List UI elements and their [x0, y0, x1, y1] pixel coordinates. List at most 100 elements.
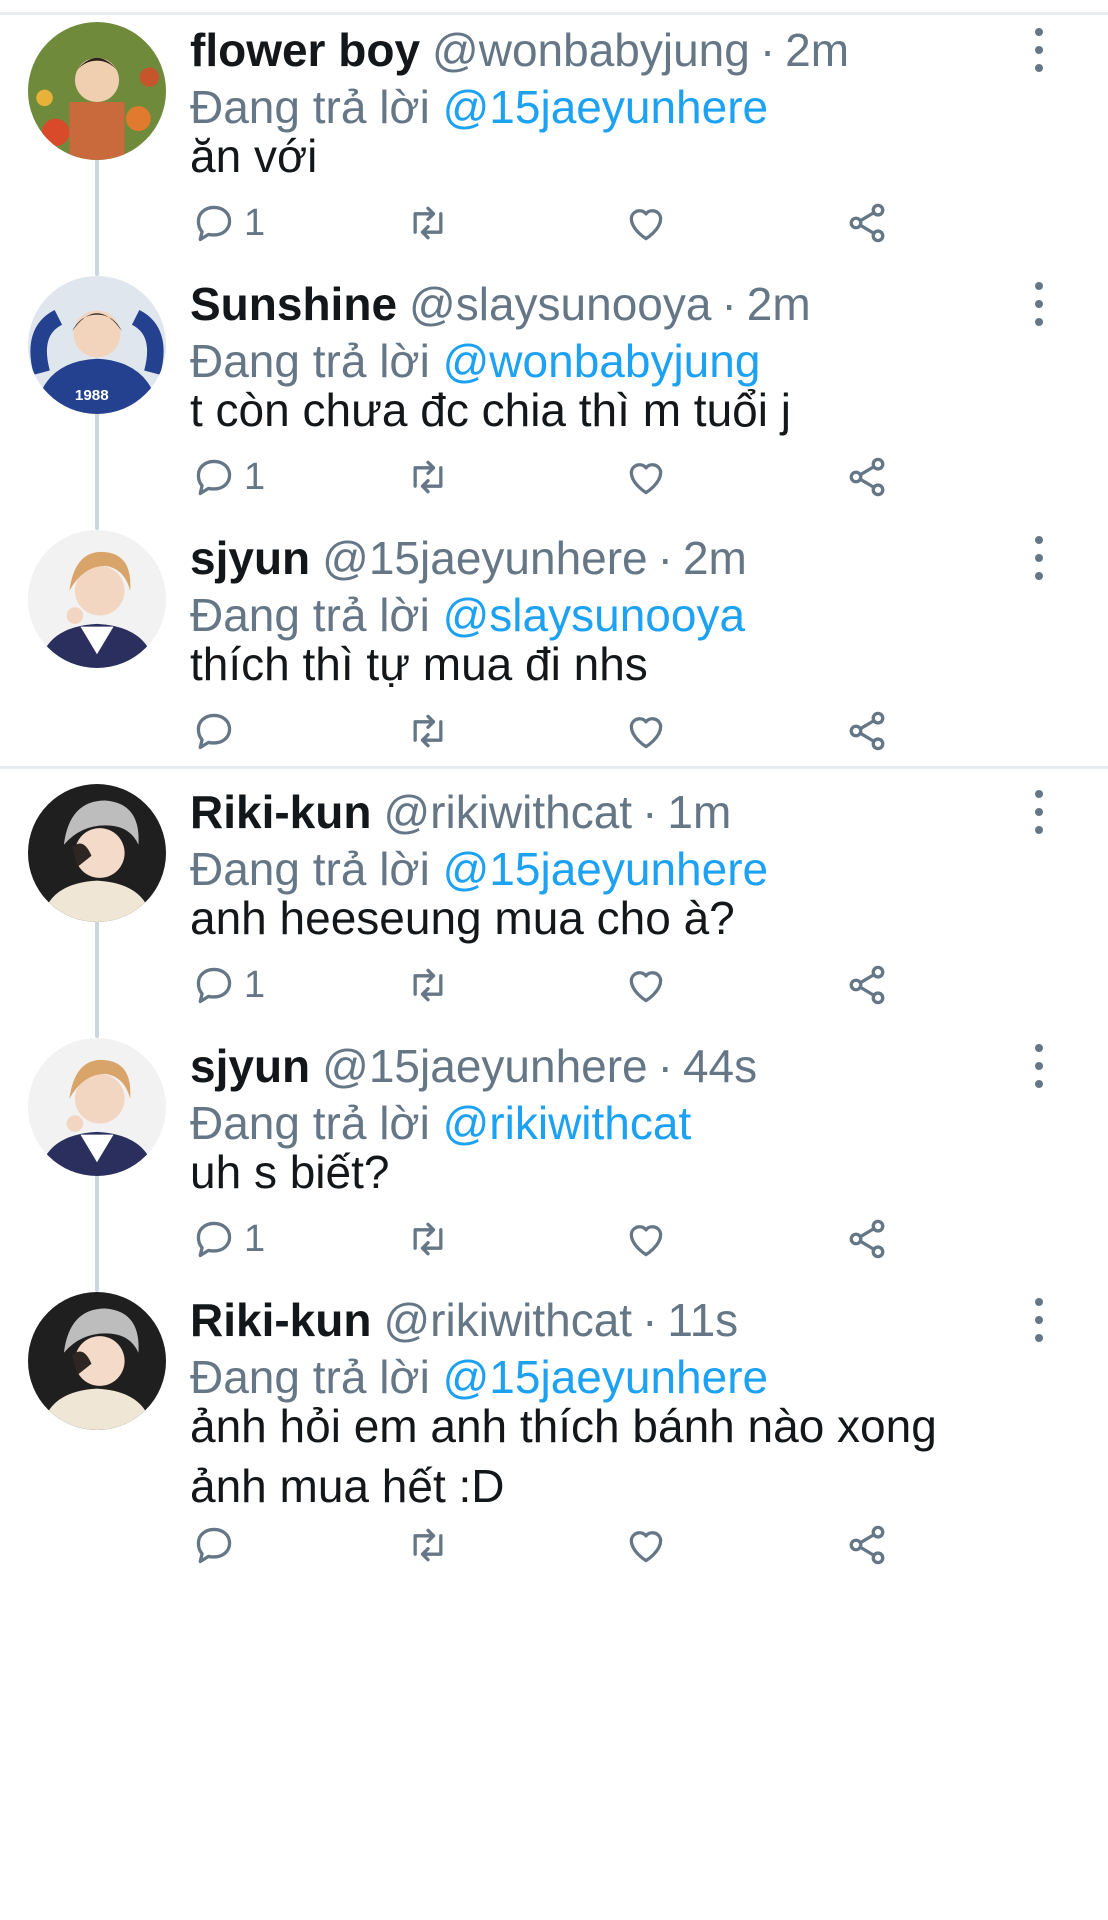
tweet-header: Riki-kun @rikiwithcat · 11s: [190, 1292, 738, 1348]
timestamp[interactable]: 1m: [667, 785, 731, 839]
separator-dot: ·: [759, 24, 776, 76]
tweet-header: Riki-kun @rikiwithcat · 1m: [190, 784, 731, 840]
tweet-header: flower boy @wonbabyjung · 2m: [190, 22, 849, 78]
avatar[interactable]: [28, 1038, 166, 1176]
separator-dot: ·: [721, 278, 737, 330]
avatar[interactable]: [28, 784, 166, 922]
share-button[interactable]: [845, 198, 889, 248]
avatar-sweater-text: 1988: [75, 387, 109, 404]
tweet-text: thích thì tự mua đi nhs: [190, 638, 648, 690]
heart-icon: [629, 1531, 663, 1563]
thread-connector: [95, 1164, 99, 1292]
username[interactable]: @wonbabyjung: [432, 23, 750, 77]
retweet-icon: [413, 968, 443, 1002]
thread-divider: [0, 766, 1108, 769]
display-name[interactable]: sjyun: [190, 1039, 310, 1093]
reply-icon: [196, 459, 232, 496]
display-name[interactable]: flower boy: [190, 23, 420, 77]
reply-button[interactable]: 1: [192, 1214, 265, 1264]
share-button[interactable]: [845, 452, 889, 502]
retweet-button[interactable]: [406, 452, 450, 502]
share-button[interactable]: [845, 706, 889, 756]
retweet-button[interactable]: [406, 198, 450, 248]
tweet-actions: [190, 1520, 910, 1570]
tweet-text: uh s biết?: [190, 1146, 390, 1198]
avatar-image: [28, 1292, 166, 1430]
top-divider: [0, 12, 1108, 15]
retweet-button[interactable]: [406, 706, 450, 756]
heart-icon: [629, 717, 663, 749]
share-button[interactable]: [845, 1214, 889, 1264]
retweet-icon: [413, 1222, 443, 1256]
retweet-button[interactable]: [406, 1214, 450, 1264]
separator-dot: ·: [642, 786, 658, 838]
tweet-text: ăn với: [190, 130, 318, 182]
avatar-image: [28, 784, 166, 922]
reply-button[interactable]: 1: [192, 198, 265, 248]
timestamp[interactable]: 11s: [667, 1293, 738, 1347]
display-name[interactable]: Riki-kun: [190, 1293, 371, 1347]
display-name[interactable]: sjyun: [190, 531, 310, 585]
avatar[interactable]: [28, 22, 166, 160]
share-button[interactable]: [845, 960, 889, 1010]
more-options-icon[interactable]: [1024, 790, 1054, 834]
tweet-actions: 1: [190, 1214, 910, 1264]
separator-dot: ·: [657, 532, 673, 584]
username[interactable]: @slaysunooya: [409, 277, 711, 331]
thread-connector: [95, 910, 99, 1038]
more-options-icon[interactable]: [1024, 1298, 1054, 1342]
reply-count: 1: [244, 201, 266, 244]
separator-dot: ·: [657, 1040, 673, 1092]
reply-count: 1: [244, 963, 266, 1006]
like-button[interactable]: [624, 198, 668, 248]
timestamp[interactable]: 2m: [747, 277, 811, 331]
share-icon: [849, 965, 885, 1005]
username[interactable]: @rikiwithcat: [383, 1293, 632, 1347]
like-button[interactable]: [624, 1520, 668, 1570]
display-name[interactable]: Sunshine: [190, 277, 397, 331]
timestamp[interactable]: 2m: [683, 531, 747, 585]
avatar[interactable]: [28, 1292, 166, 1430]
more-options-icon[interactable]: [1024, 1044, 1054, 1088]
username[interactable]: @15jaeyunhere: [322, 531, 647, 585]
more-options-icon[interactable]: [1024, 28, 1054, 72]
reply-button[interactable]: 1: [192, 960, 265, 1010]
retweet-icon: [413, 206, 443, 240]
more-options-icon[interactable]: [1024, 282, 1054, 326]
tweet-actions: 1: [190, 452, 910, 502]
timestamp[interactable]: 2m: [785, 23, 849, 77]
username[interactable]: @15jaeyunhere: [322, 1039, 647, 1093]
like-button[interactable]: [624, 1214, 668, 1264]
share-icon: [849, 1219, 885, 1259]
reply-count: 1: [244, 455, 266, 498]
username[interactable]: @rikiwithcat: [383, 785, 632, 839]
tweet-actions: 1: [190, 198, 910, 248]
retweet-icon: [413, 1528, 443, 1562]
reply-button[interactable]: [192, 1520, 244, 1570]
reply-icon: [196, 967, 232, 1004]
avatar-image: 1988: [28, 276, 166, 414]
avatar[interactable]: 1988: [28, 276, 166, 414]
reply-button[interactable]: [192, 706, 244, 756]
display-name[interactable]: Riki-kun: [190, 785, 371, 839]
tweet-header: Sunshine @slaysunooya · 2m: [190, 276, 811, 332]
share-button[interactable]: [845, 1520, 889, 1570]
timestamp[interactable]: 44s: [683, 1039, 757, 1093]
thread-connector: [95, 402, 99, 530]
share-icon: [849, 203, 885, 243]
tweet-text: t còn chưa đc chia thì m tuổi j: [190, 384, 791, 436]
like-button[interactable]: [624, 452, 668, 502]
retweet-button[interactable]: [406, 1520, 450, 1570]
reply-icon: [196, 205, 232, 242]
reply-icon: [196, 1221, 232, 1258]
like-button[interactable]: [624, 960, 668, 1010]
tweet-actions: [190, 706, 910, 756]
avatar[interactable]: [28, 530, 166, 668]
share-icon: [849, 1525, 885, 1565]
reply-button[interactable]: 1: [192, 452, 265, 502]
like-button[interactable]: [624, 706, 668, 756]
more-options-icon[interactable]: [1024, 536, 1054, 580]
retweet-button[interactable]: [406, 960, 450, 1010]
thread-connector: [95, 148, 99, 276]
tweet-actions: 1: [190, 960, 910, 1010]
